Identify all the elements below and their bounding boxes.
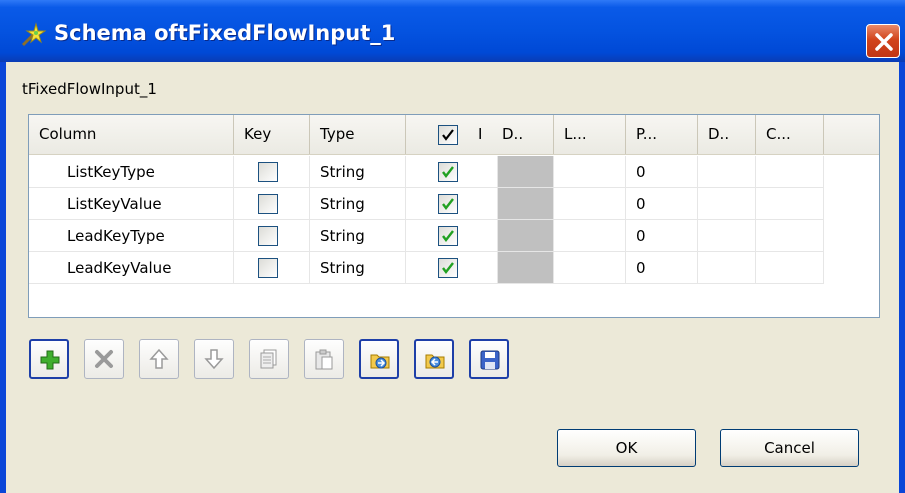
cell-key[interactable] xyxy=(234,220,310,252)
nullable-checkbox[interactable] xyxy=(438,194,458,214)
paste-button[interactable] xyxy=(304,339,344,379)
cell-nullable[interactable] xyxy=(406,156,498,188)
cell-length[interactable] xyxy=(554,220,626,252)
table-row[interactable]: LeadKeyValue String 0 xyxy=(29,252,879,284)
nullable-checkbox[interactable] xyxy=(438,162,458,182)
header-type[interactable]: Type xyxy=(310,115,406,154)
window-title: Schema oftFixedFlowInput_1 xyxy=(54,21,396,45)
cell-key[interactable] xyxy=(234,252,310,284)
header-date-pattern[interactable]: D.. xyxy=(698,115,756,154)
cell-default[interactable] xyxy=(498,188,554,220)
header-length[interactable]: L... xyxy=(554,115,626,154)
cell-column-name[interactable]: ListKeyType xyxy=(29,156,234,188)
cell-default[interactable] xyxy=(498,220,554,252)
copy-button[interactable] xyxy=(249,339,289,379)
dialog-body: tFixedFlowInput_1 Column Key Type I D.. … xyxy=(6,62,899,493)
cell-nullable[interactable] xyxy=(406,252,498,284)
close-button[interactable] xyxy=(866,24,900,58)
cell-key[interactable] xyxy=(234,188,310,220)
cell-default[interactable] xyxy=(498,156,554,188)
table-row[interactable]: LeadKeyType String 0 xyxy=(29,220,879,252)
delete-button[interactable] xyxy=(84,339,124,379)
header-default[interactable]: D.. xyxy=(498,115,554,154)
nullable-checkbox[interactable] xyxy=(438,226,458,246)
cell-column-name[interactable]: LeadKeyType xyxy=(29,220,234,252)
cell-length[interactable] xyxy=(554,188,626,220)
cell-comment[interactable] xyxy=(756,220,824,252)
cell-type[interactable]: String xyxy=(310,220,406,252)
key-checkbox[interactable] xyxy=(258,258,278,278)
title-bar[interactable]: Schema oftFixedFlowInput_1 xyxy=(0,0,905,62)
export-button[interactable] xyxy=(414,339,454,379)
save-button[interactable] xyxy=(469,339,509,379)
move-down-button[interactable] xyxy=(194,339,234,379)
header-key[interactable]: Key xyxy=(234,115,310,154)
cell-precision[interactable]: 0 xyxy=(626,156,698,188)
check-icon xyxy=(442,198,454,210)
ok-button[interactable]: OK xyxy=(557,429,696,467)
header-precision[interactable]: P... xyxy=(626,115,698,154)
cell-date-pattern[interactable] xyxy=(698,220,756,252)
schema-table[interactable]: Column Key Type I D.. L... P... D.. C... xyxy=(28,114,880,318)
cell-default[interactable] xyxy=(498,252,554,284)
cell-key[interactable] xyxy=(234,156,310,188)
cell-comment[interactable] xyxy=(756,252,824,284)
cell-column-name[interactable]: LeadKeyValue xyxy=(29,252,234,284)
cell-nullable[interactable] xyxy=(406,188,498,220)
cell-precision[interactable]: 0 xyxy=(626,188,698,220)
cell-type[interactable]: String xyxy=(310,188,406,220)
cell-type[interactable]: String xyxy=(310,252,406,284)
nullable-checkbox[interactable] xyxy=(438,258,458,278)
check-icon xyxy=(442,230,454,242)
header-nullable[interactable] xyxy=(406,115,478,154)
cancel-button[interactable]: Cancel xyxy=(720,429,859,467)
cell-column-name[interactable]: ListKeyValue xyxy=(29,188,234,220)
table-row[interactable]: ListKeyType String 0 xyxy=(29,156,879,188)
cell-date-pattern[interactable] xyxy=(698,252,756,284)
cell-date-pattern[interactable] xyxy=(698,188,756,220)
import-button[interactable] xyxy=(359,339,399,379)
table-row[interactable]: ListKeyValue String 0 xyxy=(29,188,879,220)
move-up-button[interactable] xyxy=(139,339,179,379)
cell-length[interactable] xyxy=(554,252,626,284)
cell-precision[interactable]: 0 xyxy=(626,252,698,284)
cell-comment[interactable] xyxy=(756,188,824,220)
cell-length[interactable] xyxy=(554,156,626,188)
key-checkbox[interactable] xyxy=(258,226,278,246)
close-icon xyxy=(875,33,893,51)
component-name: tFixedFlowInput_1 xyxy=(22,80,157,98)
table-header: Column Key Type I D.. L... P... D.. C... xyxy=(29,115,879,155)
check-icon xyxy=(442,129,454,141)
key-checkbox[interactable] xyxy=(258,162,278,182)
cell-nullable[interactable] xyxy=(406,220,498,252)
check-icon xyxy=(442,166,454,178)
check-icon xyxy=(442,262,454,274)
cell-precision[interactable]: 0 xyxy=(626,220,698,252)
wand-star-icon xyxy=(21,22,46,47)
cell-date-pattern[interactable] xyxy=(698,156,756,188)
add-button[interactable] xyxy=(29,339,69,379)
header-column[interactable]: Column xyxy=(29,115,234,154)
cell-type[interactable]: String xyxy=(310,156,406,188)
key-checkbox[interactable] xyxy=(258,194,278,214)
cell-comment[interactable] xyxy=(756,156,824,188)
header-checkbox[interactable] xyxy=(438,125,458,145)
schema-dialog: Schema oftFixedFlowInput_1 tFixedFlowInp… xyxy=(0,0,905,493)
header-i[interactable]: I xyxy=(478,115,498,154)
header-comment[interactable]: C... xyxy=(756,115,824,154)
